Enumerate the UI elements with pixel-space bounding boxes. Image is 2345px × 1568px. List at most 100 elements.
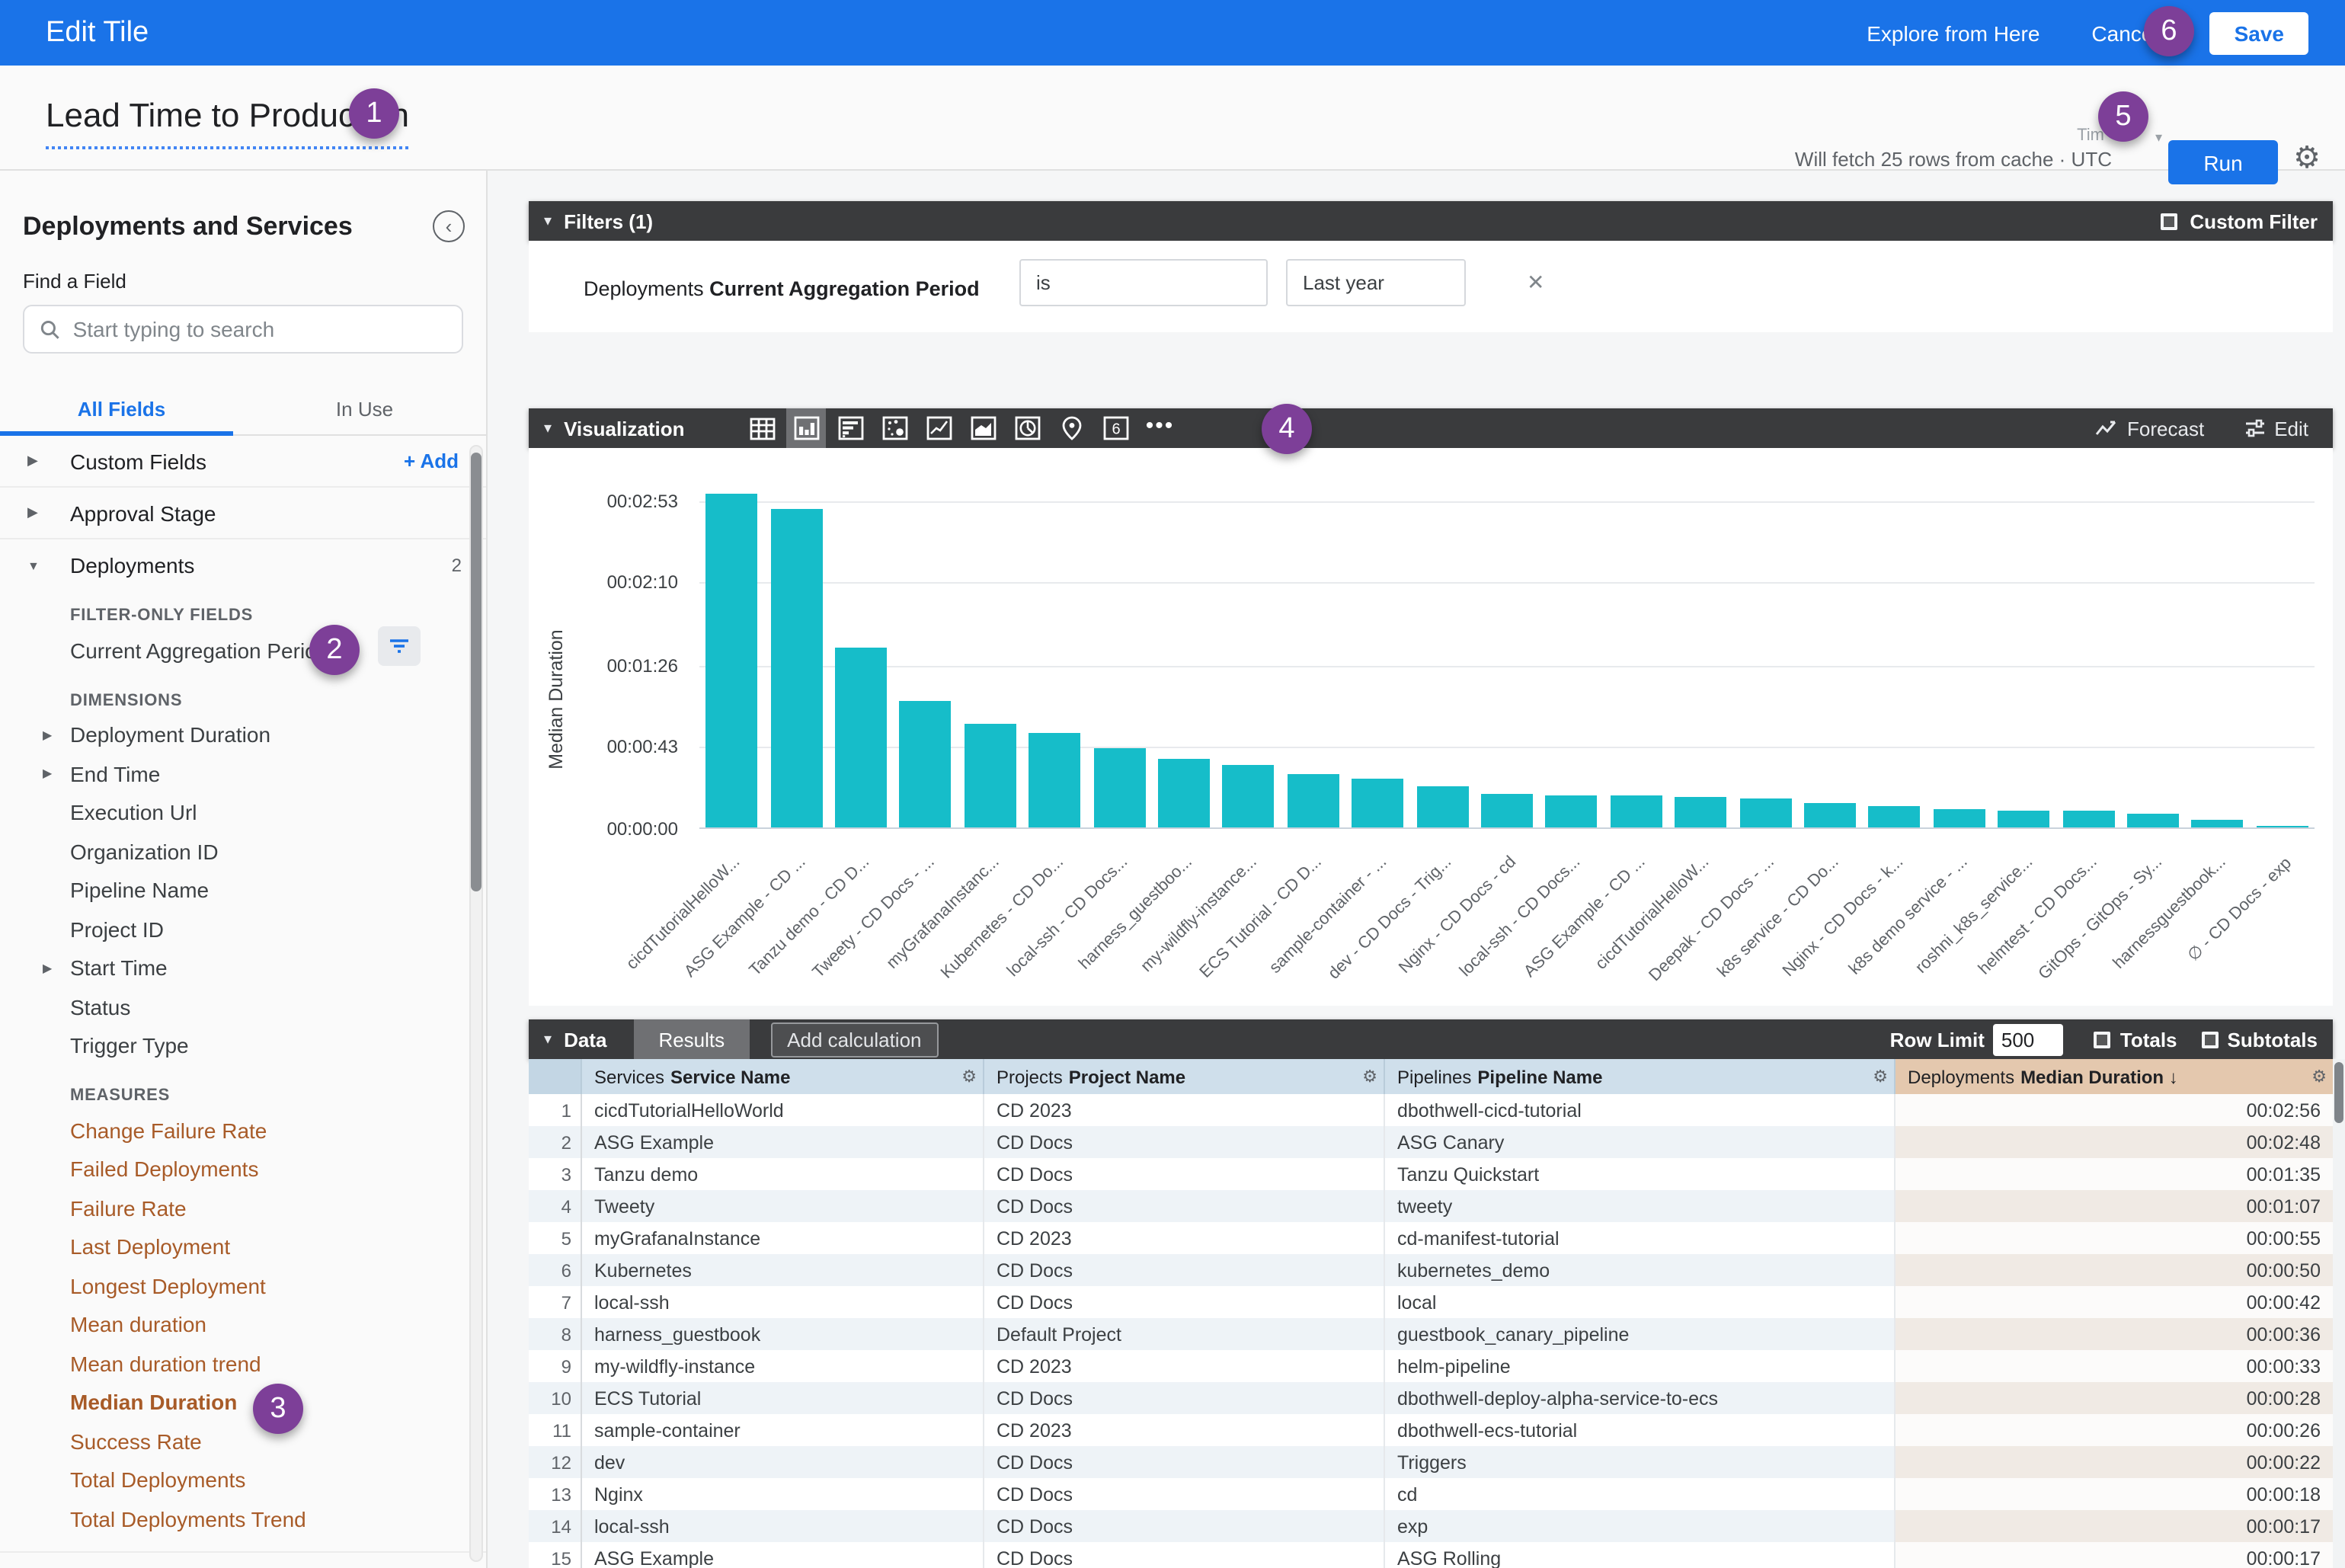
bar-5[interactable] [965, 723, 1016, 827]
group-custom-fields[interactable]: ▶ Custom Fields + Add [0, 436, 486, 488]
bar-10[interactable] [1288, 774, 1339, 827]
bar-18[interactable] [1804, 803, 1856, 827]
dimension-execution-url[interactable]: Execution Url [0, 793, 486, 832]
measure-longest-deployment[interactable]: Longest Deployment [0, 1266, 486, 1305]
table-row[interactable]: 1cicdTutorialHelloWorldCD 2023dbothwell-… [529, 1094, 2333, 1126]
table-scrollbar-thumb[interactable] [2334, 1062, 2343, 1123]
bar-1[interactable] [705, 494, 757, 827]
column-header-service-name[interactable]: ServicesService Name⚙ [582, 1059, 984, 1094]
visualization-bar[interactable]: ▾ Visualization 6••• Forecast Edit [529, 408, 2333, 448]
bar-9[interactable] [1223, 765, 1275, 827]
timezone-label[interactable]: Tim [2077, 126, 2104, 145]
bar-14[interactable] [1546, 795, 1598, 827]
bar-6[interactable] [1029, 733, 1080, 827]
measure-mean-duration-trend[interactable]: Mean duration trend [0, 1344, 486, 1383]
bar-20[interactable] [1934, 808, 1985, 827]
caret-right-icon[interactable]: ▶ [43, 728, 52, 742]
table-row[interactable]: 7local-sshCD Docslocal00:00:42 [529, 1286, 2333, 1318]
pie-chart-icon[interactable] [1008, 410, 1048, 446]
bar-19[interactable] [1869, 807, 1921, 827]
settings-gear-icon[interactable]: ⚙ [2293, 143, 2321, 174]
dimension-trigger-type[interactable]: Trigger Type [0, 1026, 486, 1065]
dimension-project-id[interactable]: Project ID [0, 910, 486, 949]
measure-success-rate[interactable]: Success Rate [0, 1422, 486, 1461]
run-button[interactable]: Run [2168, 140, 2278, 184]
table-row[interactable]: 5myGrafanaInstanceCD 2023cd-manifest-tut… [529, 1222, 2333, 1254]
bar-7[interactable] [1093, 747, 1145, 827]
measure-failed-deployments[interactable]: Failed Deployments [0, 1150, 486, 1189]
table-row[interactable]: 15ASG ExampleCD DocsASG Rolling00:00:17 [529, 1542, 2333, 1568]
column-gear-icon[interactable]: ⚙ [1362, 1067, 1377, 1086]
bar-3[interactable] [835, 648, 887, 827]
single-value-icon[interactable]: 6 [1096, 410, 1136, 446]
bar-13[interactable] [1481, 793, 1533, 827]
scatter-chart-icon[interactable] [875, 410, 915, 446]
bar-22[interactable] [2062, 811, 2114, 827]
forecast-button[interactable]: Forecast [2095, 417, 2204, 440]
column-chart-icon[interactable] [787, 408, 827, 448]
dimension-start-time[interactable]: ▶Start Time [0, 949, 486, 987]
measure-total-deployments-trend[interactable]: Total Deployments Trend [0, 1499, 486, 1538]
line-chart-icon[interactable] [920, 410, 959, 446]
bar-8[interactable] [1158, 759, 1210, 827]
group-approval-stage[interactable]: ▶ Approval Stage [0, 488, 486, 539]
bar-16[interactable] [1675, 797, 1726, 827]
data-bar[interactable]: ▾ Data Results Add calculation Row Limit… [529, 1019, 2333, 1059]
filter-operator-select[interactable] [1019, 259, 1268, 306]
bar-24[interactable] [2192, 820, 2244, 827]
close-x-icon[interactable]: ✕ [1527, 270, 1544, 296]
measure-last-deployment[interactable]: Last Deployment [0, 1227, 486, 1266]
edit-viz-button[interactable]: Edit [2244, 417, 2308, 440]
column-header-project-name[interactable]: ProjectsProject Name⚙ [984, 1059, 1385, 1094]
more-viz-icon[interactable]: ••• [1141, 410, 1180, 446]
table-row[interactable]: 10ECS TutorialCD Docsdbothwell-deploy-al… [529, 1382, 2333, 1414]
totals-checkbox[interactable] [2094, 1031, 2111, 1048]
table-chart-icon[interactable] [743, 410, 782, 446]
chevron-left-circle-icon[interactable]: ‹ [433, 210, 465, 242]
dimension-pipeline-name[interactable]: Pipeline Name [0, 871, 486, 910]
table-scrollbar[interactable] [2333, 1059, 2345, 1568]
dimension-organization-id[interactable]: Organization ID [0, 832, 486, 871]
area-chart-icon[interactable] [964, 410, 1003, 446]
column-gear-icon[interactable]: ⚙ [2311, 1067, 2327, 1086]
sidebar-scrollbar[interactable] [469, 445, 483, 1562]
table-row[interactable]: 2ASG ExampleCD DocsASG Canary00:02:48 [529, 1126, 2333, 1158]
table-row[interactable]: 13NginxCD Docscd00:00:18 [529, 1478, 2333, 1510]
table-row[interactable]: 11sample-containerCD 2023dbothwell-ecs-t… [529, 1414, 2333, 1446]
dimension-status[interactable]: Status [0, 987, 486, 1026]
add-custom-field-button[interactable]: + Add [404, 450, 459, 472]
column-gear-icon[interactable]: ⚙ [961, 1067, 977, 1086]
bar-25[interactable] [2257, 825, 2308, 827]
tab-in-use[interactable]: In Use [243, 390, 486, 434]
table-row[interactable]: 6KubernetesCD Docskubernetes_demo00:00:5… [529, 1254, 2333, 1286]
bar-23[interactable] [2127, 814, 2179, 827]
column-gear-icon[interactable]: ⚙ [1873, 1067, 1888, 1086]
measure-change-failure-rate[interactable]: Change Failure Rate [0, 1111, 486, 1150]
dimension-deployment-duration[interactable]: ▶Deployment Duration [0, 715, 486, 754]
add-calculation-button[interactable]: Add calculation [770, 1022, 938, 1057]
bar-2[interactable] [770, 509, 822, 827]
table-row[interactable]: 8harness_guestbookDefault Projectguestbo… [529, 1318, 2333, 1350]
column-header-pipeline-name[interactable]: PipelinesPipeline Name⚙ [1385, 1059, 1896, 1094]
measure-median-duration[interactable]: Median Duration [0, 1383, 486, 1422]
bar-11[interactable] [1352, 778, 1403, 827]
bar-chart-icon[interactable] [831, 410, 871, 446]
bar-15[interactable] [1611, 795, 1662, 827]
bar-21[interactable] [1998, 811, 2049, 827]
field-search-box[interactable] [23, 305, 463, 354]
dimension-end-time[interactable]: ▶End Time [0, 754, 486, 793]
map-chart-icon[interactable] [1052, 410, 1092, 446]
sidebar-scrollbar-thumb[interactable] [471, 453, 481, 891]
caret-right-icon[interactable]: ▶ [43, 962, 52, 975]
subtotals-checkbox[interactable] [2202, 1031, 2219, 1048]
group-deployments[interactable]: ▼ Deployments 2 [0, 539, 486, 591]
table-row[interactable]: 4TweetyCD Docstweety00:01:07 [529, 1190, 2333, 1222]
explore-from-here-link[interactable]: Explore from Here [1867, 21, 2039, 45]
table-row[interactable]: 3Tanzu demoCD DocsTanzu Quickstart00:01:… [529, 1158, 2333, 1190]
custom-filter-checkbox[interactable] [2161, 213, 2177, 229]
table-row[interactable]: 12devCD DocsTriggers00:00:22 [529, 1446, 2333, 1478]
search-input[interactable] [73, 317, 446, 341]
column-header-median-duration[interactable]: DeploymentsMedian Duration ↓⚙ [1896, 1059, 2333, 1094]
save-button[interactable]: Save [2210, 11, 2308, 54]
filters-bar[interactable]: ▾ Filters (1) Custom Filter [529, 201, 2333, 241]
